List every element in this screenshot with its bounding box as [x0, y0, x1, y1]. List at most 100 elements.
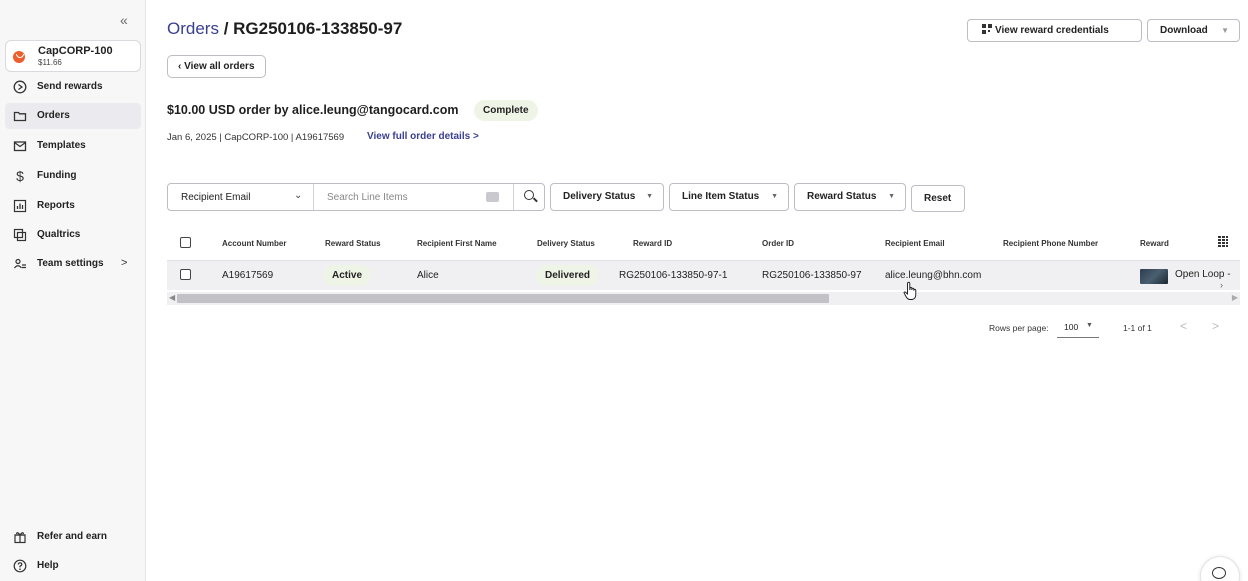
order-headline: $10.00 USD order by alice.leung@tangocar…: [167, 103, 459, 117]
sidebar-item-refer-and-earn[interactable]: Refer and earn: [5, 524, 141, 550]
table-row[interactable]: A19617569 Active Alice Delivered RG25010…: [167, 260, 1240, 290]
sidebar-item-label: Team settings: [37, 258, 104, 269]
column-header-order-id[interactable]: Order ID: [762, 239, 794, 248]
search-field-select[interactable]: Recipient Email ⌄: [168, 184, 314, 210]
pagination-range: 1-1 of 1: [1123, 323, 1152, 333]
account-logo-icon: [13, 51, 25, 63]
download-button[interactable]: Download ▼: [1147, 19, 1240, 42]
column-header-account-number[interactable]: Account Number: [222, 239, 286, 248]
account-name: CapCORP-100: [38, 45, 113, 57]
delivery-status-badge: Delivered: [536, 265, 600, 286]
chat-icon: [1212, 567, 1226, 579]
column-header-reward[interactable]: Reward: [1140, 239, 1169, 248]
next-page-button[interactable]: >: [1212, 319, 1219, 333]
sidebar-item-label: Send rewards: [37, 81, 103, 92]
chevron-down-icon: ⌄: [294, 190, 303, 201]
search-button[interactable]: [513, 184, 545, 210]
account-balance: $11.66: [38, 58, 62, 67]
sidebar-item-funding[interactable]: $ Funding: [5, 163, 141, 189]
select-all-checkbox[interactable]: [180, 237, 191, 248]
caret-down-icon: ▼: [888, 193, 895, 200]
collapse-sidebar-button[interactable]: «: [120, 12, 128, 28]
team-icon: [13, 257, 27, 271]
sidebar-item-label: Qualtrics: [37, 229, 81, 240]
sidebar-item-label: Templates: [37, 140, 86, 151]
scroll-left-icon[interactable]: ◀: [169, 293, 175, 302]
sidebar: « CapCORP-100 $11.66 Send rewards Orders…: [0, 0, 146, 581]
keyboard-icon: [486, 192, 499, 202]
view-reward-credentials-label: View reward credentials: [995, 25, 1109, 36]
scrollbar-thumb[interactable]: [177, 294, 829, 303]
reward-status-filter[interactable]: Reward Status ▼: [794, 183, 906, 211]
column-settings-icon[interactable]: [1218, 236, 1228, 247]
delivery-status-label: Delivery Status: [563, 191, 636, 202]
search-input[interactable]: [314, 184, 513, 210]
reset-button[interactable]: Reset: [911, 185, 965, 212]
cell-account-number: A19617569: [222, 270, 274, 281]
breadcrumb-order-id: RG250106-133850-97: [233, 19, 403, 38]
chevron-right-icon[interactable]: ›: [1220, 280, 1223, 290]
download-label: Download: [1160, 25, 1208, 36]
view-all-orders-label: View all orders: [184, 61, 255, 72]
row-checkbox[interactable]: [180, 269, 191, 280]
rows-per-page-value: 100: [1064, 322, 1079, 332]
sidebar-item-label: Help: [37, 560, 59, 571]
chevron-right-icon: >: [121, 257, 128, 269]
column-header-recipient-phone[interactable]: Recipient Phone Number: [1003, 239, 1098, 248]
search-icon: [524, 190, 534, 200]
send-arrow-icon: [13, 80, 27, 94]
dollar-icon: $: [16, 168, 24, 184]
rows-per-page-select[interactable]: 100 ▼: [1057, 318, 1099, 338]
sidebar-item-label: Refer and earn: [37, 531, 108, 542]
scroll-right-icon[interactable]: ▶: [1232, 293, 1238, 302]
column-header-reward-status[interactable]: Reward Status: [325, 239, 381, 248]
order-status-badge: Complete: [474, 100, 538, 121]
chat-support-button[interactable]: [1200, 556, 1240, 581]
help-icon: [13, 559, 27, 573]
mail-icon: [13, 139, 27, 153]
search-field-value: Recipient Email: [181, 192, 251, 203]
folder-icon: [13, 109, 27, 123]
cell-reward: Open Loop -: [1175, 269, 1231, 280]
qr-code-icon: [982, 24, 992, 34]
sidebar-item-templates[interactable]: Templates: [5, 133, 141, 159]
sidebar-item-label: Funding: [37, 170, 77, 181]
reward-status-label: Reward Status: [807, 191, 877, 202]
gift-icon: [13, 530, 27, 544]
view-full-order-details-link[interactable]: View full order details >: [367, 131, 479, 142]
caret-down-icon: ▼: [646, 193, 653, 200]
line-item-status-label: Line Item Status: [682, 191, 760, 202]
view-reward-credentials-button[interactable]: View reward credentials: [967, 19, 1142, 42]
sidebar-item-send-rewards[interactable]: Send rewards: [5, 74, 141, 100]
sidebar-item-qualtrics[interactable]: Qualtrics: [5, 222, 141, 248]
rows-per-page-label: Rows per page:: [989, 323, 1049, 333]
column-header-recipient-email[interactable]: Recipient Email: [885, 239, 945, 248]
chart-icon: [13, 199, 27, 213]
caret-down-icon: ▼: [1086, 322, 1093, 329]
previous-page-button[interactable]: <: [1180, 319, 1187, 333]
sidebar-item-help[interactable]: Help: [5, 553, 141, 579]
reward-thumbnail: [1140, 269, 1168, 284]
sidebar-item-label: Orders: [37, 110, 70, 121]
page-title: Orders / RG250106-133850-97: [167, 19, 402, 39]
account-switcher[interactable]: CapCORP-100 $11.66: [5, 40, 141, 72]
line-item-status-filter[interactable]: Line Item Status ▼: [669, 183, 789, 211]
delivery-status-filter[interactable]: Delivery Status ▼: [550, 183, 664, 211]
column-header-delivery-status[interactable]: Delivery Status: [537, 239, 595, 248]
cell-order-id: RG250106-133850-97: [762, 270, 862, 281]
line-items-table: Account Number Reward Status Recipient F…: [167, 228, 1240, 308]
qualtrics-icon: [13, 228, 27, 242]
reward-status-badge: Active: [323, 265, 372, 286]
sidebar-item-team-settings[interactable]: Team settings >: [5, 251, 141, 277]
horizontal-scrollbar[interactable]: ◀ ▶: [167, 292, 1240, 305]
breadcrumb-separator: /: [218, 19, 234, 38]
view-all-orders-button[interactable]: ‹ View all orders: [167, 55, 266, 78]
sidebar-item-reports[interactable]: Reports: [5, 193, 141, 219]
column-header-reward-id[interactable]: Reward ID: [633, 239, 672, 248]
order-meta: Jan 6, 2025 | CapCORP-100 | A19617569: [167, 132, 345, 143]
line-item-search: Recipient Email ⌄: [167, 183, 545, 211]
breadcrumb-orders-link[interactable]: Orders: [167, 19, 219, 38]
column-header-recipient-first-name[interactable]: Recipient First Name: [417, 239, 497, 248]
sidebar-item-orders[interactable]: Orders: [5, 103, 141, 129]
caret-down-icon: ▼: [771, 193, 778, 200]
